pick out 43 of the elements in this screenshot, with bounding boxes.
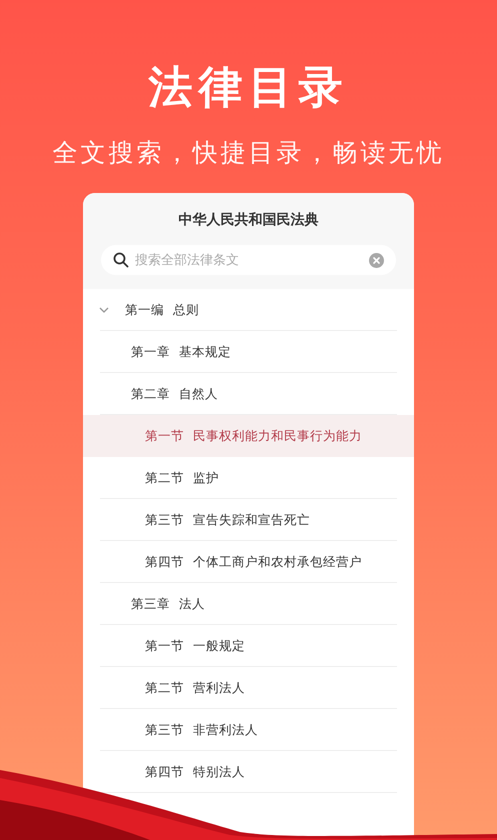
item-number: 第一节	[145, 638, 184, 654]
item-title: 自然人	[179, 386, 218, 402]
item-number: 第四节	[145, 554, 184, 570]
item-number: 第一节	[145, 428, 184, 444]
outline-item[interactable]: 第二节 营利法人	[83, 667, 414, 709]
book-title: 中华人民共和国民法典	[178, 211, 318, 230]
item-number: 第二章	[131, 386, 170, 402]
outline-item[interactable]: 第一节 民事权利能力和民事行为能力	[83, 415, 414, 457]
item-number: 第三节	[145, 722, 184, 738]
item-title: 总则	[173, 302, 199, 318]
chevron-down-icon[interactable]	[99, 305, 109, 315]
item-title: 一般规定	[193, 638, 245, 654]
outline-item[interactable]: 第二章 自然人	[83, 373, 414, 415]
item-number: 第四节	[145, 764, 184, 780]
item-number: 第一章	[131, 344, 170, 360]
headline: 法律目录	[148, 61, 348, 115]
item-title: 宣告失踪和宣告死亡	[193, 512, 310, 528]
item-title: 监护	[193, 470, 219, 486]
item-number: 第二节	[145, 680, 184, 696]
item-title: 特别法人	[193, 764, 245, 780]
item-number: 第一编	[125, 302, 164, 318]
outline-item[interactable]: 第一章 基本规定	[83, 331, 414, 373]
item-title: 法人	[179, 596, 205, 612]
outline-item[interactable]: 第三章 法人	[83, 583, 414, 625]
item-number: 第三章	[131, 596, 170, 612]
item-number: 第三节	[145, 512, 184, 528]
outline-item[interactable]: 第二节 监护	[83, 457, 414, 499]
clear-icon[interactable]	[369, 252, 384, 268]
item-title: 非营利法人	[193, 722, 258, 738]
item-title: 基本规定	[179, 344, 231, 360]
item-title: 民事权利能力和民事行为能力	[193, 428, 362, 444]
item-number: 第二节	[145, 470, 184, 486]
outline-item[interactable]: 第一节 一般规定	[83, 625, 414, 667]
item-title: 营利法人	[193, 680, 245, 696]
search-field[interactable]: 搜索全部法律条文	[101, 245, 396, 275]
search-icon	[113, 252, 129, 268]
item-title: 个体工商户和农村承包经营户	[193, 554, 362, 570]
outline-item[interactable]: 第四节 个体工商户和农村承包经营户	[83, 541, 414, 583]
tagline: 全文搜索，快捷目录，畅读无忧	[52, 137, 444, 169]
outline-item[interactable]: 第一编 总则	[83, 289, 414, 331]
outline-item[interactable]: 第四节 特别法人	[83, 751, 414, 793]
outline-item[interactable]: 第三节 非营利法人	[83, 709, 414, 751]
outline-item[interactable]: 第三节 宣告失踪和宣告死亡	[83, 499, 414, 541]
